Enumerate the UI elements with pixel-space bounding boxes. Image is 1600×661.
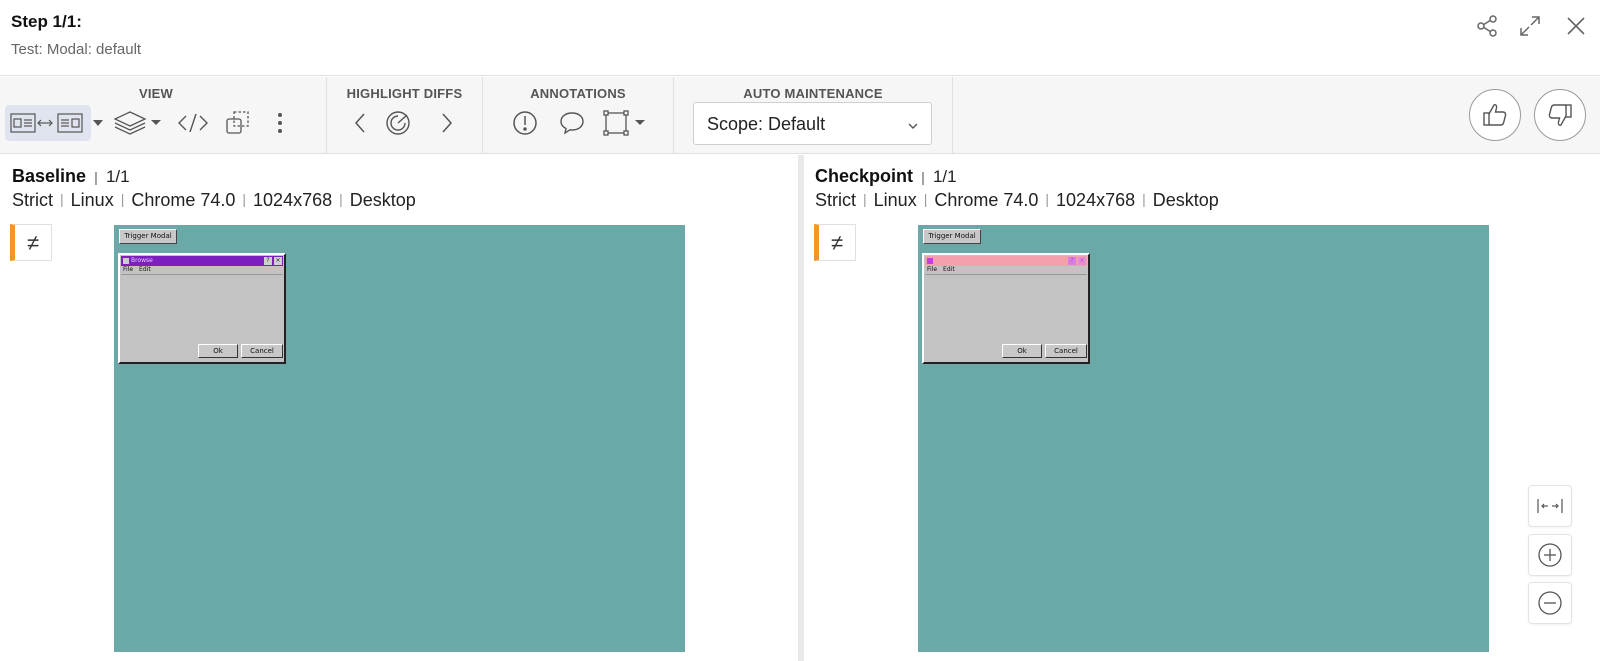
- baseline-header: Baseline | 1/1: [12, 166, 130, 186]
- viewport: 1024x768: [253, 190, 333, 210]
- side-by-side-icon[interactable]: [5, 105, 91, 141]
- menu-file: File: [123, 266, 134, 273]
- trigger-modal-button: Trigger Modal: [923, 229, 981, 244]
- not-equal-icon[interactable]: ≠: [814, 224, 856, 261]
- thumbs-up-icon[interactable]: [1469, 89, 1521, 141]
- device: Desktop: [349, 190, 416, 210]
- annotations-group: ANNOTATIONS: [483, 77, 674, 154]
- modal-menu: File Edit: [123, 266, 157, 273]
- toolbar: VIEW HIGHLIGHT DIFFS ANNOTATIONS AUTO MA…: [0, 77, 1600, 154]
- thumbs-down-icon[interactable]: [1534, 89, 1586, 141]
- baseline-count: 1/1: [105, 167, 130, 186]
- modal-title-bar: Browse ? ×: [121, 256, 283, 266]
- window-close-icon: ×: [274, 257, 282, 265]
- checkpoint-header: Checkpoint | 1/1: [815, 166, 957, 186]
- menu-edit: Edit: [943, 266, 955, 273]
- fit-width-icon[interactable]: [1528, 485, 1572, 527]
- region-icon[interactable]: [602, 105, 648, 141]
- checkpoint-pane: Checkpoint | 1/1 Strict | Linux | Chrome 74.0 |…: [804, 155, 1600, 661]
- highlight-diffs-group: HIGHLIGHT DIFFS: [327, 77, 483, 154]
- cancel-button: Cancel: [1045, 344, 1087, 358]
- expand-icon[interactable]: [1518, 14, 1542, 38]
- chevron-down-icon: [907, 119, 919, 131]
- view-mode-dropdown-icon[interactable]: [91, 105, 105, 141]
- trigger-modal-button: Trigger Modal: [119, 229, 177, 244]
- scope-select[interactable]: Scope: Default: [693, 102, 932, 145]
- share-icon[interactable]: [1475, 14, 1499, 38]
- test-name: Test: Modal: default: [11, 41, 142, 58]
- baseline-pane: Baseline | 1/1 Strict | Linux | Chrome 74.0 | 10…: [0, 155, 798, 661]
- cancel-button: Cancel: [241, 344, 283, 358]
- header: Step 1/1: Test: Modal: default: [0, 0, 1600, 76]
- window-icon: [927, 258, 933, 264]
- baseline-title: Baseline: [12, 166, 87, 186]
- chevron-right-icon[interactable]: [436, 105, 458, 141]
- modal-menu: File Edit: [927, 266, 961, 273]
- help-icon: ?: [264, 257, 272, 265]
- highlight-diffs-title: HIGHLIGHT DIFFS: [346, 86, 463, 101]
- code-icon[interactable]: [175, 105, 211, 141]
- copy-diff-icon[interactable]: [222, 105, 254, 141]
- checkpoint-meta: Strict | Linux | Chrome 74.0 | 1024x768 | Deskto…: [815, 190, 1219, 210]
- zoom-in-icon[interactable]: [1528, 534, 1572, 576]
- ok-button: Ok: [198, 344, 238, 358]
- scope-value: Scope: Default: [707, 114, 826, 134]
- viewport: 1024x768: [1056, 190, 1136, 210]
- checkpoint-count: 1/1: [932, 167, 957, 186]
- os: Linux: [873, 190, 917, 210]
- browser: Chrome 74.0: [131, 190, 236, 210]
- match-level: Strict: [12, 190, 54, 210]
- checkpoint-screenshot[interactable]: Trigger Modal ? × File Edit Ok Cancel: [918, 225, 1489, 652]
- checkpoint-title: Checkpoint: [815, 166, 914, 186]
- ok-button: Ok: [1002, 344, 1042, 358]
- divider: [121, 274, 283, 275]
- modal-window: Browse ? × File Edit Ok Cancel: [118, 253, 286, 364]
- menu-file: File: [927, 266, 938, 273]
- auto-maintenance-title: AUTO MAINTENANCE: [743, 86, 883, 101]
- target-icon[interactable]: [383, 105, 413, 141]
- annotations-title: ANNOTATIONS: [530, 86, 626, 101]
- window-close-icon: ×: [1078, 257, 1086, 265]
- step-title: Step 1/1:: [11, 12, 82, 31]
- auto-maintenance-group: AUTO MAINTENANCE Scope: Default: [674, 77, 953, 154]
- browser: Chrome 74.0: [934, 190, 1039, 210]
- layers-icon[interactable]: [113, 105, 165, 141]
- modal-window: ? × File Edit Ok Cancel: [922, 253, 1090, 364]
- modal-title-bar: ? ×: [925, 256, 1087, 266]
- zoom-out-icon[interactable]: [1528, 582, 1572, 624]
- view-title: VIEW: [138, 86, 174, 101]
- chevron-left-icon[interactable]: [349, 105, 371, 141]
- baseline-meta: Strict | Linux | Chrome 74.0 | 1024x768 | Deskto…: [12, 190, 416, 210]
- view-group: VIEW: [0, 77, 327, 154]
- more-icon[interactable]: [272, 105, 288, 141]
- divider: [925, 274, 1087, 275]
- exclamation-icon[interactable]: [510, 105, 540, 141]
- os: Linux: [70, 190, 114, 210]
- match-level: Strict: [815, 190, 857, 210]
- menu-edit: Edit: [139, 266, 151, 273]
- device: Desktop: [1152, 190, 1219, 210]
- baseline-screenshot[interactable]: Trigger Modal Browse ? × File Edit Ok Can…: [114, 225, 685, 652]
- not-equal-icon[interactable]: ≠: [10, 224, 52, 261]
- modal-title: Browse: [131, 257, 153, 264]
- close-icon[interactable]: [1564, 14, 1588, 38]
- help-icon: ?: [1068, 257, 1076, 265]
- window-icon: [123, 258, 129, 264]
- comment-icon[interactable]: [557, 105, 587, 141]
